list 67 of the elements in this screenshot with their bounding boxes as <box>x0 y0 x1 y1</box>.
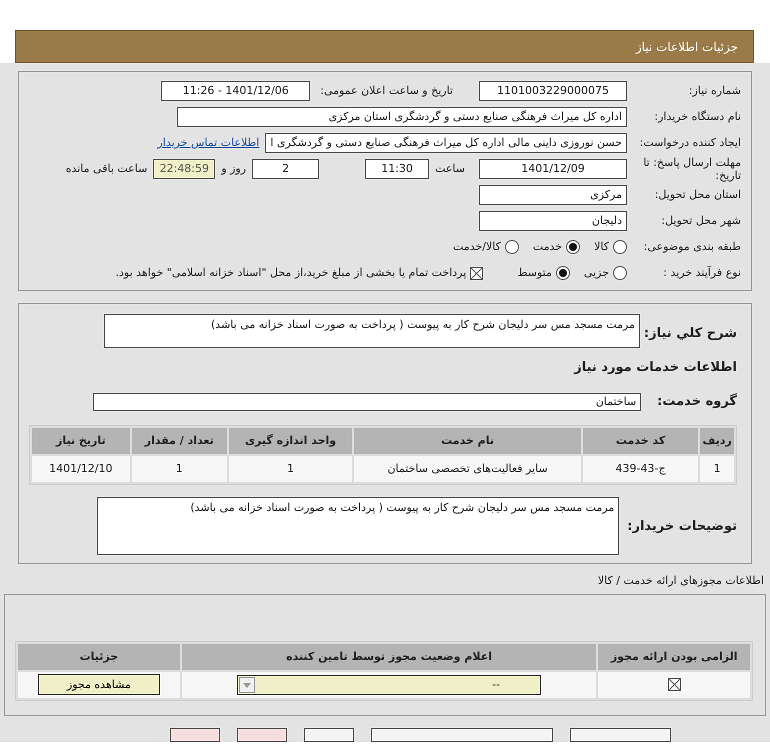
checkbox[interactable] <box>668 678 681 692</box>
table-cell: سایر فعالیت‌های تخصصی ساختمان <box>354 456 581 482</box>
column-header: واحد اندازه گیری <box>228 428 352 454</box>
radio-button[interactable] <box>613 266 627 280</box>
field-label: متوسط <box>517 265 552 282</box>
view-license-button[interactable]: مشاهده مجوز <box>38 674 160 696</box>
field-label: خدمت <box>532 239 562 256</box>
column-header: تعداد / مقدار <box>132 428 227 454</box>
announce-date-field: 1401/12/06 - 11:26 <box>161 81 310 101</box>
service-group-field: ساختمان <box>93 392 642 411</box>
date-field: 1401/12/09 <box>479 159 627 180</box>
table-cell: 1 <box>132 456 227 482</box>
field-label: ساعت باقی مانده <box>66 160 148 177</box>
field-label: نوع فرآیند خرید : <box>662 265 741 282</box>
page-header: جزئیات اطلاعات نیاز <box>15 30 754 63</box>
radio-button[interactable] <box>613 240 627 254</box>
days-field: 2 <box>252 159 320 180</box>
status-dropdown[interactable]: -- <box>237 674 542 695</box>
checkbox[interactable] <box>470 266 484 280</box>
column-header: کد خدمت <box>582 428 698 454</box>
table-cell: 1 <box>228 456 352 482</box>
field-label: جزیی <box>584 265 609 282</box>
radio-button[interactable] <box>504 240 519 254</box>
field-label: ساعت <box>435 160 465 177</box>
section-heading: اطلاعات خدمات مورد نیاز <box>572 359 737 378</box>
province-field: مرکزی <box>479 185 627 206</box>
action-button[interactable] <box>570 728 670 742</box>
column-header: ردیف <box>700 428 734 454</box>
table-cell: ج-43-439 <box>582 456 698 482</box>
field-label: پرداخت تمام یا بخشی از مبلغ خرید،از محل "اسناد خزانه اسلامی" خواهد بود. <box>116 265 466 282</box>
buyer-field: اداره کل میراث فرهنگی صنایع دستی و گردشگری استان مرکزی <box>177 107 627 127</box>
table-cell: 1 <box>700 456 734 482</box>
radio-button[interactable] <box>556 266 570 280</box>
action-button[interactable] <box>304 728 354 742</box>
field-label: تاریخ و ساعت اعلان عمومی: <box>320 82 453 99</box>
field-label: ایجاد کننده درخواست: <box>638 134 741 151</box>
summary-box: مرمت مسجد مس سر دلیجان شرح کار به پیوست ( پرداخت به صورت اسناد خزانه می باشد) <box>104 314 640 348</box>
field-label: استان محل تحویل: <box>654 187 741 204</box>
column-header: جزئیات <box>18 644 180 670</box>
column-header: اعلام وضعیت مجوز توسط تامین کننده <box>182 644 596 670</box>
field-label: شماره نیاز: <box>688 82 741 99</box>
field-label: طبقه بندی موضوعی: <box>642 239 741 256</box>
radio-button[interactable] <box>566 240 580 254</box>
notes-label: توضیحات خریدار: <box>627 518 737 536</box>
column-header: الزامی بودن ارائه مجوز <box>598 644 750 670</box>
field-label: کالا/خدمت <box>453 239 501 256</box>
contact-link[interactable]: اطلاعات تماس خریدار <box>157 134 260 152</box>
notes-box: مرمت مسجد مس سر دلیجان شرح کار به پیوست ( پرداخت به صورت اسناد خزانه می باشد) <box>97 497 620 556</box>
field-label: کالا <box>594 239 609 256</box>
table-cell: 1401/12/10 <box>32 456 130 482</box>
field-label: روز و <box>221 160 246 177</box>
summary-label: شرح کلي نیاز: <box>644 325 737 344</box>
action-button[interactable] <box>370 728 552 742</box>
section-title: اطلاعات مجوزهای ارائه خدمت / کالا <box>596 573 764 590</box>
time-field: 11:30 <box>365 159 430 180</box>
need-number-field: 1101003229000075 <box>479 81 627 101</box>
requester-field: حسن نوروزی داینی مالی اداره کل میراث فرهنگی صنایع دستی و گردشگری ا <box>265 133 627 153</box>
field-label: گروه خدمت: <box>657 392 737 411</box>
field-label: شهر محل تحویل: <box>660 213 741 230</box>
field-label: نام دستگاه خریدار: <box>653 108 741 125</box>
action-button[interactable] <box>236 728 286 742</box>
field-label: مهلت ارسال پاسخ: تا تاریخ: <box>642 156 741 182</box>
remaining-time-field: 22:48:59 <box>153 159 216 180</box>
column-header: تاریخ نیاز <box>32 428 130 454</box>
column-header: نام خدمت <box>354 428 581 454</box>
action-button[interactable] <box>170 728 220 742</box>
city-field: دلیجان <box>479 211 627 232</box>
